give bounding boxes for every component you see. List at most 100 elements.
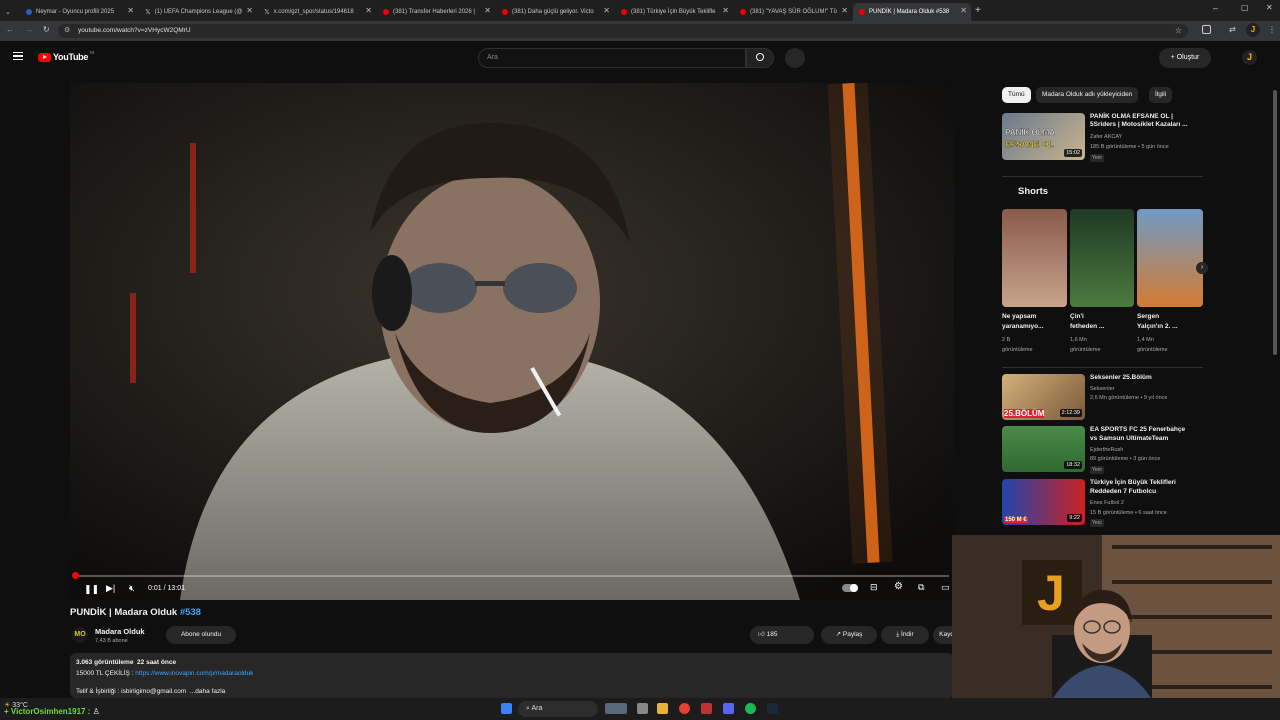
related-video-title[interactable]: Türkiye İçin Büyük Teklifleri — [1090, 479, 1176, 487]
close-icon[interactable]: ✕ — [484, 6, 491, 15]
autoplay-toggle[interactable] — [842, 584, 858, 592]
youtube-logo-text: YouTube — [53, 52, 89, 62]
youtube-logo[interactable]: YouTube TR — [38, 49, 95, 62]
tab-ucl[interactable]: 𝕏 (1) UEFA Champions League (@ ✕ — [139, 3, 257, 21]
windows-start-icon[interactable] — [501, 703, 512, 714]
chip-from-uploader[interactable]: Madara Olduk adlı yükleyiciden — [1036, 87, 1139, 103]
address-bar[interactable]: ⚙ youtube.com/watch?v=zVHycW2QMrU ☆ — [58, 24, 1188, 38]
next-icon[interactable]: ▶| — [106, 583, 115, 594]
maximize-button[interactable]: ▢ — [1241, 3, 1249, 12]
short-title-line-1[interactable]: Çin'i — [1070, 313, 1084, 321]
close-icon[interactable]: ✕ — [603, 6, 610, 15]
widgets-icon[interactable] — [605, 703, 627, 714]
channel-avatar[interactable]: MO — [72, 627, 88, 643]
more-menu-icon[interactable]: ⋮ — [1268, 25, 1276, 34]
like-button[interactable]: 👍︎ 185 — [750, 626, 814, 644]
close-icon[interactable]: ✕ — [127, 6, 134, 15]
pause-icon[interactable]: ❚❚ — [84, 584, 99, 595]
tab-neymar[interactable]: Neymar - Oyuncu profili 2025 ✕ — [20, 3, 138, 21]
settings-gear-icon[interactable]: ⚙ — [894, 581, 903, 592]
short-views: 2 B — [1002, 337, 1011, 343]
related-video-channel[interactable]: EjdertheRush — [1090, 447, 1123, 454]
create-label: Oluştur — [1176, 54, 1200, 61]
forward-icon[interactable]: → — [25, 25, 33, 34]
mute-icon[interactable]: 🔇︎ — [129, 583, 135, 594]
short-thumbnail-1[interactable] — [1002, 209, 1067, 307]
tab-gzt-spor[interactable]: 𝕏x.com/gzt_spor/status/194618 ✕ — [258, 3, 376, 21]
chip-all[interactable]: Tümü — [1002, 87, 1031, 103]
related-video-title-line-2[interactable]: vs Samsun UltimateTeam — [1090, 435, 1168, 443]
progress-scrubber[interactable] — [72, 572, 79, 579]
extensions-icon[interactable] — [1202, 25, 1211, 34]
thumbnail-seksenler[interactable]: 25.BÖLÜM 2:12:39 — [1002, 374, 1085, 420]
short-title-line-2[interactable]: yaranamıyo... — [1002, 323, 1044, 331]
chip-related[interactable]: İlgili — [1149, 87, 1173, 103]
site-info-icon[interactable]: ⚙ — [64, 24, 70, 38]
bookmark-star-icon[interactable]: ☆ — [1175, 24, 1182, 38]
minimize-button[interactable]: – — [1213, 3, 1218, 13]
subscribed-button[interactable]: Abone olundu — [166, 626, 236, 644]
tab-yavas-sur[interactable]: (381) "YAVAŞ SÜR OĞLUM!" Tü ✕ — [734, 3, 852, 21]
sidebar-icon[interactable]: ⇄ — [1229, 25, 1236, 34]
video-hashtag[interactable]: #538 — [180, 607, 201, 618]
related-video-title-line-2[interactable]: Reddeden 7 Futbolcu — [1090, 488, 1156, 496]
search-button[interactable] — [746, 48, 774, 68]
tab-search-button[interactable]: ⌄ — [2, 3, 16, 21]
thumbnail-ea-sports[interactable]: 18:32 — [1002, 426, 1085, 472]
short-title-line-1[interactable]: Ne yapsam — [1002, 313, 1036, 321]
related-video-title[interactable]: EA SPORTS FC 25 Fenerbahçe — [1090, 426, 1185, 434]
description-box[interactable]: 3.063 görüntüleme 22 saat önce 15000 TL … — [70, 653, 954, 698]
page-scrollbar[interactable] — [1273, 90, 1277, 355]
close-icon[interactable]: ✕ — [841, 6, 848, 15]
related-video-channel[interactable]: Seksenler — [1090, 386, 1114, 393]
spotify-icon[interactable] — [745, 703, 756, 714]
taskbar-search[interactable]: ⌕ Ara — [518, 701, 598, 717]
share-button[interactable]: ↗ Paylaş — [821, 626, 877, 644]
steam-icon[interactable] — [767, 703, 778, 714]
reload-icon[interactable]: ↻ — [43, 25, 50, 34]
related-video-channel[interactable]: Enes Futbol 2 — [1090, 500, 1124, 507]
window-close-button[interactable]: ✕ — [1266, 3, 1273, 12]
back-icon[interactable]: ← — [6, 25, 14, 34]
account-avatar[interactable]: J — [1242, 50, 1257, 65]
chrome-icon[interactable] — [679, 703, 690, 714]
short-title-line-1[interactable]: Sergen — [1137, 313, 1159, 321]
search-input[interactable]: Ara — [478, 48, 746, 68]
short-title-line-2[interactable]: fetheden ... — [1070, 323, 1104, 331]
voice-search-button[interactable] — [785, 48, 805, 68]
app-icon[interactable] — [701, 703, 712, 714]
progress-bar[interactable] — [72, 572, 949, 579]
short-title-line-2[interactable]: Yalçın'ın 2. ... — [1137, 323, 1178, 331]
file-explorer-icon[interactable] — [657, 703, 668, 714]
related-video-title[interactable]: Seksenler 25.Bölüm — [1090, 374, 1152, 382]
related-video-channel[interactable]: Zafer AKCAY — [1090, 134, 1122, 141]
theater-mode-icon[interactable]: ▭ — [941, 582, 950, 593]
new-tab-button[interactable]: + — [975, 5, 981, 16]
close-icon[interactable]: ✕ — [722, 6, 729, 15]
close-icon[interactable]: ✕ — [246, 6, 253, 15]
close-icon[interactable]: ✕ — [960, 6, 967, 15]
video-player[interactable]: ❚❚ ▶| 🔇︎ 0:01 / 13:01 ⊟ ⚙ ⧉ ▭ — [70, 83, 954, 600]
tab-pundik-active[interactable]: PUNDİK | Madara Olduk #538 ✕ — [853, 3, 971, 21]
download-button[interactable]: ⤓ İndir — [881, 626, 929, 644]
thumbnail-turkiye-icin[interactable]: 150 M € 9:22 — [1002, 479, 1085, 525]
shorts-next-button[interactable]: › — [1196, 262, 1208, 274]
create-button[interactable]: + Oluştur — [1159, 48, 1211, 68]
related-video-title[interactable]: PANİK OLMA EFSANE OL | 5Sriders | Motosi… — [1090, 113, 1198, 129]
channel-name[interactable]: Madara Olduk — [95, 627, 145, 636]
close-icon[interactable]: ✕ — [365, 6, 372, 15]
hamburger-menu-icon[interactable] — [13, 52, 23, 60]
description-link[interactable]: https://www.inovapin.com/p/madaraolduk — [135, 670, 253, 677]
tab-transfer-haberleri[interactable]: (381) Transfer Haberleri 2026 | ✕ — [377, 3, 495, 21]
short-thumbnail-3[interactable] — [1137, 209, 1203, 307]
tab-turkiye-icin[interactable]: (381) Türkiye İçin Büyük Teklifle ✕ — [615, 3, 733, 21]
tab-daha-guclu[interactable]: (381) Daha güçlü geliyor. Victo ✕ — [496, 3, 614, 21]
short-thumbnail-2[interactable] — [1070, 209, 1134, 307]
subtitles-icon[interactable]: ⊟ — [870, 582, 878, 593]
profile-avatar[interactable]: J — [1246, 23, 1260, 37]
thumbnail-panik-olma[interactable]: PANİK OLMA EFSANE OL 15:02 — [1002, 113, 1085, 160]
region-code: TR — [89, 49, 95, 55]
discord-icon[interactable] — [723, 703, 734, 714]
task-view-icon[interactable] — [637, 703, 648, 714]
miniplayer-icon[interactable]: ⧉ — [918, 582, 924, 593]
